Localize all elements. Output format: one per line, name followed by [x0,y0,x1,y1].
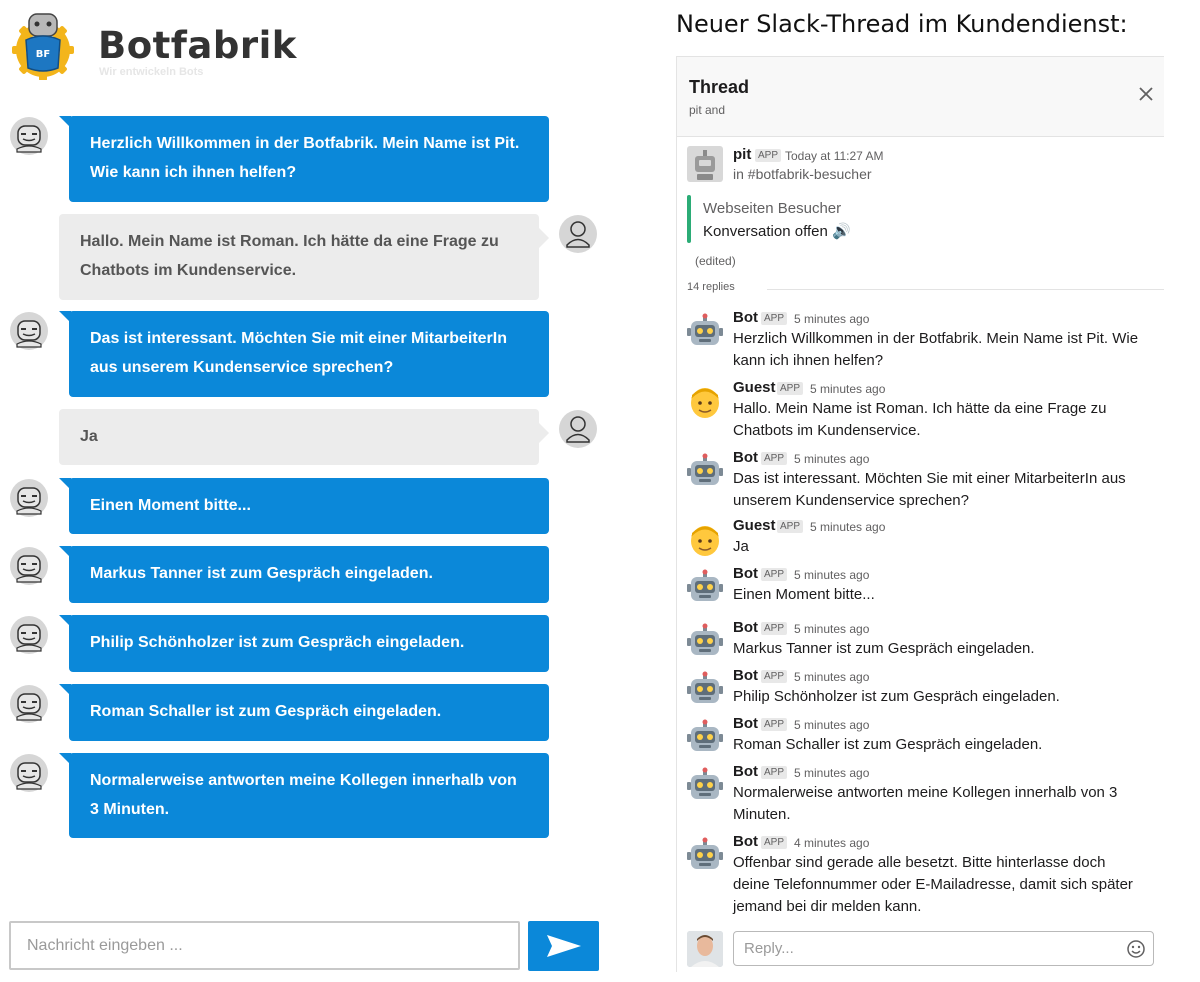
robot-icon [687,569,723,605]
send-button[interactable] [528,921,599,971]
reply-timestamp[interactable]: 5 minutes ago [794,568,869,582]
user-message: Hallo. Mein Name ist Roman. Ich hätte da… [59,214,549,300]
reply-author[interactable]: Bot [733,833,758,850]
thread-header: Thread pit and [677,56,1164,137]
robot-icon [687,767,723,803]
reply-text: Offenbar sind gerade alle besetzt. Bitte… [733,854,1133,915]
guest-face-icon [687,521,723,557]
reply-timestamp[interactable]: 5 minutes ago [794,766,869,780]
reply-timestamp[interactable]: 4 minutes ago [794,836,869,850]
reply-author[interactable]: Bot [733,565,758,582]
reply-timestamp[interactable]: 5 minutes ago [794,670,869,684]
reply-author[interactable]: Bot [733,667,758,684]
reply-author[interactable]: Bot [733,763,758,780]
message-input[interactable] [9,921,520,970]
bot-message: Philip Schönholzer ist zum Gespräch eing… [59,615,549,672]
root-channel[interactable]: in #botfabrik-besucher [733,166,872,182]
bot-message: Einen Moment bitte... [59,478,549,534]
replies-count: 14 replies [687,281,735,293]
attachment-text: Konversation offen 🔊 [703,223,851,240]
send-icon [547,935,581,957]
bot-avatar-icon [9,753,49,793]
attachment-bar [687,195,691,243]
robot-icon [687,671,723,707]
app-badge: APP [761,312,788,325]
reply-text: Ja [733,538,749,555]
bot-avatar-icon [9,684,49,724]
edited-label: (edited) [695,254,736,268]
thread-subtitle: pit and [689,103,726,117]
reply-text: Das ist interessant. Möchten Sie mit ein… [733,470,1126,509]
botfabrik-logo: BF [12,13,74,80]
reply-text: Markus Tanner ist zum Gespräch eingelade… [733,640,1035,657]
thread-title: Thread [689,77,750,97]
bot-message: Herzlich Willkommen in der Botfabrik. Me… [59,116,549,202]
user-avatar-icon [558,214,598,254]
replies-divider [767,289,1164,290]
bot-avatar-icon [9,116,49,156]
svg-text:BF: BF [36,49,50,60]
app-badge: APP [761,568,788,581]
app-badge: APP [761,452,788,465]
reply-timestamp[interactable]: 5 minutes ago [794,718,869,732]
bot-avatar-icon [9,478,49,518]
user-message: Ja [59,409,549,465]
app-badge: APP [761,622,788,635]
reply-author[interactable]: Bot [733,309,758,326]
reply-author[interactable]: Bot [733,449,758,466]
bot-message: Das ist interessant. Möchten Sie mit ein… [59,311,549,397]
guest-face-icon [687,383,723,419]
bot-avatar-icon [9,615,49,655]
robot-icon [687,837,723,873]
user-avatar-icon [558,409,598,449]
bot-message: Markus Tanner ist zum Gespräch eingelade… [59,546,549,603]
reply-author[interactable]: Bot [733,619,758,636]
reply-author[interactable]: Guest [733,379,776,396]
reply-text: Roman Schaller ist zum Gespräch eingelad… [733,736,1043,753]
reply-text: Hallo. Mein Name ist Roman. Ich hätte da… [733,400,1107,439]
reply-timestamp[interactable]: 5 minutes ago [794,622,869,636]
emoji-icon[interactable] [1126,939,1146,959]
reply-text: Philip Schönholzer ist zum Gespräch eing… [733,688,1060,705]
app-badge: APP [761,766,788,779]
robot-icon [687,623,723,659]
reply-author[interactable]: Guest [733,517,776,534]
robot-icon [687,453,723,489]
bot-app-icon [695,150,715,180]
pit-avatar [687,146,723,182]
app-badge: APP [761,670,788,683]
robot-icon [687,719,723,755]
reply-author[interactable]: Bot [733,715,758,732]
app-badge: APP [761,718,788,731]
bot-avatar-icon [9,546,49,586]
brand-name: Botfabrik [98,24,297,67]
robot-icon [687,313,723,349]
app-badge: APP [755,149,782,162]
current-user-avatar [687,931,723,967]
reply-text: Normalerweise antworten meine Kollegen i… [733,784,1118,823]
reply-timestamp[interactable]: 5 minutes ago [794,452,869,466]
reply-timestamp[interactable]: 5 minutes ago [810,520,885,534]
reply-input[interactable] [733,931,1154,966]
app-badge: APP [761,836,788,849]
reply-timestamp[interactable]: 5 minutes ago [794,312,869,326]
bot-avatar-icon [9,311,49,351]
attachment-title: Webseiten Besucher [703,200,842,217]
close-icon[interactable] [1137,85,1155,103]
app-badge: APP [777,520,804,533]
slack-heading: Neuer Slack-Thread im Kundendienst: [676,10,1128,38]
reply-timestamp[interactable]: 5 minutes ago [810,382,885,396]
reply-text: Einen Moment bitte... [733,586,875,603]
bot-message: Roman Schaller ist zum Gespräch eingelad… [59,684,549,741]
root-timestamp[interactable]: Today at 11:27 AM [785,149,884,163]
app-badge: APP [777,382,804,395]
bot-message: Normalerweise antworten meine Kollegen i… [59,753,549,838]
reply-text: Herzlich Willkommen in der Botfabrik. Me… [733,330,1139,369]
brand-tagline: Wir entwickeln Bots [99,66,204,78]
root-author[interactable]: pit [733,146,751,163]
slack-thread-panel: Thread pit and pit APP Today at 11:27 AM… [676,56,1164,972]
